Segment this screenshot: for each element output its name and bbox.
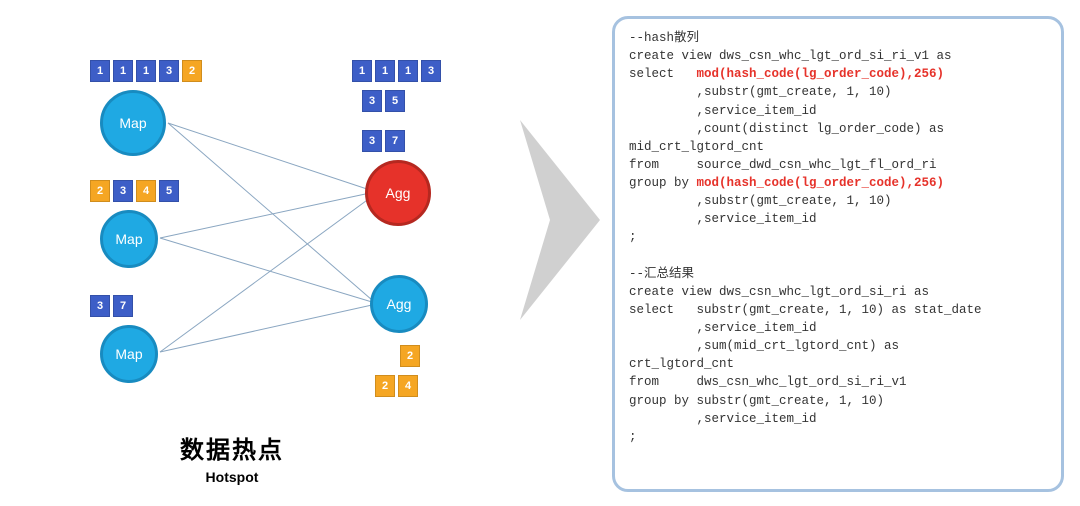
sql-code-panel: --hash散列 create view dws_csn_whc_lgt_ord…	[612, 16, 1064, 492]
code-comment: --hash散列	[629, 31, 699, 45]
data-flow-diagram: Map Map Map Agg Agg 11132 2345 37 1113 3…	[60, 30, 510, 460]
sql-code: --hash散列 create view dws_csn_whc_lgt_ord…	[629, 29, 1047, 446]
map-node-2: Map	[100, 210, 158, 268]
code-line: ,substr(gmt_create, 1, 10)	[629, 85, 892, 99]
code-line: ,service_item_id	[629, 104, 817, 118]
diagram-caption: 数据热点 Hotspot	[180, 430, 284, 485]
code-line: ,service_item_id	[629, 321, 817, 335]
code-line: ,count(distinct lg_order_code) as	[629, 122, 944, 136]
caption-en: Hotspot	[180, 469, 284, 485]
code-line: create view dws_csn_whc_lgt_ord_si_ri_v1…	[629, 49, 952, 63]
data-chip: 3	[362, 90, 382, 112]
chips-agg1-r2: 35	[362, 90, 405, 112]
chips-agg2-r1: 2	[400, 345, 420, 367]
node-label: Map	[119, 115, 146, 131]
code-line: group by substr(gmt_create, 1, 10)	[629, 394, 884, 408]
data-chip: 5	[385, 90, 405, 112]
map-node-3: Map	[100, 325, 158, 383]
data-chip: 2	[90, 180, 110, 202]
arrow-right-icon	[520, 120, 600, 320]
code-line: ;	[629, 430, 637, 444]
code-line: ,service_item_id	[629, 412, 817, 426]
code-highlight: mod(hash_code(lg_order_code),256)	[697, 67, 945, 81]
agg-node-2: Agg	[370, 275, 428, 333]
data-chip: 1	[352, 60, 372, 82]
code-line: from dws_csn_whc_lgt_ord_si_ri_v1	[629, 375, 907, 389]
code-highlight: mod(hash_code(lg_order_code),256)	[697, 176, 945, 190]
node-label: Agg	[386, 185, 411, 201]
data-chip: 2	[400, 345, 420, 367]
data-chip: 3	[362, 130, 382, 152]
data-chip: 5	[159, 180, 179, 202]
data-chip: 3	[159, 60, 179, 82]
data-chip: 3	[421, 60, 441, 82]
data-chip: 1	[136, 60, 156, 82]
code-line: group by	[629, 176, 697, 190]
data-chip: 3	[113, 180, 133, 202]
data-chip: 1	[375, 60, 395, 82]
code-comment: --汇总结果	[629, 267, 694, 281]
code-line: mid_crt_lgtord_cnt	[629, 140, 764, 154]
data-chip: 7	[113, 295, 133, 317]
data-chip: 1	[90, 60, 110, 82]
code-line: ,sum(mid_crt_lgtord_cnt) as	[629, 339, 899, 353]
data-chip: 2	[375, 375, 395, 397]
map-node-1: Map	[100, 90, 166, 156]
chips-agg2-r2: 24	[375, 375, 418, 397]
code-line: select substr(gmt_create, 1, 10) as stat…	[629, 303, 982, 317]
code-line: create view dws_csn_whc_lgt_ord_si_ri as	[629, 285, 929, 299]
code-line: crt_lgtord_cnt	[629, 357, 734, 371]
data-chip: 4	[398, 375, 418, 397]
caption-cn: 数据热点	[180, 430, 284, 465]
chips-map2: 2345	[90, 180, 179, 202]
node-label: Agg	[387, 296, 412, 312]
chips-agg1-r1: 1113	[352, 60, 441, 82]
chips-map3: 37	[90, 295, 133, 317]
chips-agg1-r3: 37	[362, 130, 405, 152]
agg-node-1: Agg	[365, 160, 431, 226]
data-chip: 1	[398, 60, 418, 82]
data-chip: 3	[90, 295, 110, 317]
code-line: ,service_item_id	[629, 212, 817, 226]
code-line: ,substr(gmt_create, 1, 10)	[629, 194, 892, 208]
node-label: Map	[115, 346, 142, 362]
data-chip: 4	[136, 180, 156, 202]
chips-map1: 11132	[90, 60, 202, 82]
code-line: ;	[629, 230, 637, 244]
data-chip: 7	[385, 130, 405, 152]
data-chip: 2	[182, 60, 202, 82]
code-line: select	[629, 67, 697, 81]
code-line: from source_dwd_csn_whc_lgt_fl_ord_ri	[629, 158, 937, 172]
node-label: Map	[115, 231, 142, 247]
data-chip: 1	[113, 60, 133, 82]
